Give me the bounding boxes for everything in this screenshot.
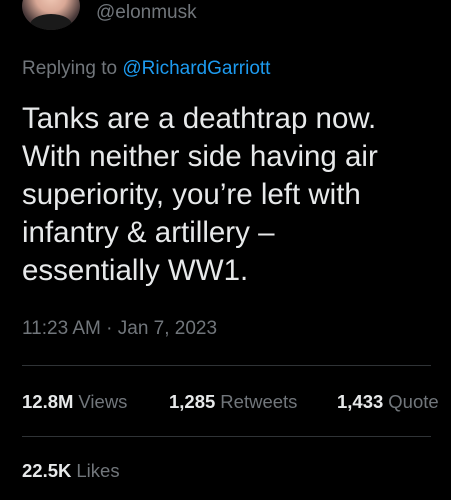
views-label: Views: [78, 391, 128, 412]
replying-to-mention-link[interactable]: @RichardGarriott: [122, 58, 270, 79]
views-stat[interactable]: 12.8M Views: [22, 389, 127, 415]
quotes-count: 1,433: [337, 391, 384, 412]
tweet-text: Tanks are a deathtrap now. With neither …: [22, 102, 378, 287]
author-handle[interactable]: @elonmusk: [96, 0, 197, 26]
tweet-time: 11:23 AM: [22, 318, 101, 339]
divider-middle: [22, 436, 431, 437]
stats-row: 12.8M Views 1,285 Retweets 1,433 Quote: [22, 389, 451, 415]
replying-to-label: Replying to: [22, 58, 118, 79]
avatar-shirt: [30, 14, 72, 30]
quotes-stat[interactable]: 1,433 Quote: [337, 389, 439, 415]
likes-stat[interactable]: 22.5K Likes: [22, 458, 120, 484]
tweet-timestamp[interactable]: 11:23 AM · Jan 7, 2023: [22, 316, 217, 342]
quotes-label: Quote: [388, 391, 439, 412]
replying-to-line: Replying to @RichardGarriott: [22, 57, 270, 81]
retweets-label: Retweets: [220, 391, 298, 412]
avatar[interactable]: [22, 0, 80, 30]
divider-top: [22, 365, 431, 366]
likes-count: 22.5K: [22, 460, 72, 481]
retweets-stat[interactable]: 1,285 Retweets: [169, 389, 297, 415]
views-count: 12.8M: [22, 391, 74, 412]
tweet-date: Jan 7, 2023: [117, 318, 218, 339]
retweets-count: 1,285: [169, 391, 216, 412]
likes-label: Likes: [76, 460, 120, 481]
timestamp-separator: ·: [106, 318, 113, 339]
